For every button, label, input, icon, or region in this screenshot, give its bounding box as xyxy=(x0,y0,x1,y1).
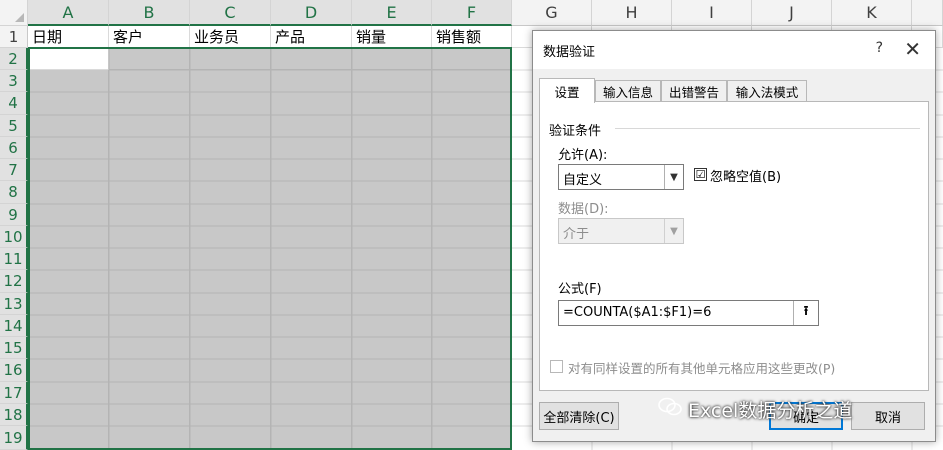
column-header-b[interactable]: B xyxy=(109,0,190,26)
row-header-8[interactable]: 8 xyxy=(0,181,28,204)
column-header-d[interactable]: D xyxy=(271,0,352,26)
row-header-9[interactable]: 9 xyxy=(0,204,28,226)
row-header-16[interactable]: 16 xyxy=(0,359,28,382)
watermark-text: Excel数据分析之道 xyxy=(688,400,853,422)
row-header-4[interactable]: 4 xyxy=(0,92,28,115)
allow-select[interactable]: 自定义 ▼ xyxy=(558,164,684,190)
validation-criteria-label: 验证条件 xyxy=(549,120,608,139)
help-button[interactable]: ? xyxy=(876,40,883,56)
cell-a1[interactable]: 日期 xyxy=(28,26,109,48)
select-all-corner[interactable] xyxy=(0,0,28,26)
row-header-11[interactable]: 11 xyxy=(0,248,28,270)
wechat-icon xyxy=(658,397,688,422)
column-header-c[interactable]: C xyxy=(190,0,271,26)
collapse-dialog-icon[interactable]: ⭱ xyxy=(793,301,818,325)
data-select-value: 介于 xyxy=(563,227,590,242)
cell-f1[interactable]: 销售额 xyxy=(432,26,512,48)
column-header-k[interactable]: K xyxy=(832,0,912,26)
apply-all-label: 对有同样设置的所有其他单元格应用这些更改(P) xyxy=(568,361,836,376)
row-header-17[interactable]: 17 xyxy=(0,382,28,404)
apply-all-checkbox[interactable] xyxy=(550,360,563,373)
chevron-down-icon[interactable]: ▼ xyxy=(664,219,683,243)
column-header-a[interactable]: A xyxy=(28,0,109,26)
chevron-down-icon[interactable]: ▼ xyxy=(664,165,683,189)
row-header-18[interactable]: 18 xyxy=(0,404,28,426)
data-validation-dialog: 数据验证 ? ✕ 设置 输入信息 出错警告 输入法模式 验证条件 允许(A): … xyxy=(532,30,936,442)
watermark: Excel数据分析之道 xyxy=(658,396,852,423)
row-header-7[interactable]: 7 xyxy=(0,159,28,181)
cell-b1[interactable]: 客户 xyxy=(109,26,190,48)
cell-d1[interactable]: 产品 xyxy=(271,26,352,48)
column-header-h[interactable]: H xyxy=(592,0,672,26)
range-gridlines xyxy=(28,48,512,450)
row-header-12[interactable]: 12 xyxy=(0,270,28,293)
row-header-3[interactable]: 3 xyxy=(0,70,28,92)
row-header-13[interactable]: 13 xyxy=(0,293,28,315)
clear-all-button[interactable]: 全部清除(C) xyxy=(539,402,619,430)
tab-settings[interactable]: 设置 xyxy=(539,78,595,103)
formula-input[interactable]: =COUNTA($A1:$F1)=6 ⭱ xyxy=(558,300,819,326)
tab-input-message[interactable]: 输入信息 xyxy=(595,80,661,102)
ignore-blank-checkbox[interactable]: ☑ xyxy=(694,168,707,181)
column-header-j[interactable]: J xyxy=(752,0,832,26)
column-header-e[interactable]: E xyxy=(352,0,432,26)
row-header-6[interactable]: 6 xyxy=(0,137,28,159)
settings-panel: 验证条件 允许(A): 自定义 ▼ ☑ 忽略空值(B) 数据(D): 介于 ▼ … xyxy=(539,101,929,391)
close-icon[interactable]: ✕ xyxy=(904,37,921,61)
group-divider xyxy=(615,128,920,129)
allow-select-value: 自定义 xyxy=(563,173,603,188)
row-header-2[interactable]: 2 xyxy=(0,48,28,70)
data-select[interactable]: 介于 ▼ xyxy=(558,218,684,244)
row-header-14[interactable]: 14 xyxy=(0,315,28,337)
row-header-19[interactable]: 19 xyxy=(0,426,28,450)
tab-error-alert[interactable]: 出错警告 xyxy=(661,80,727,102)
row-header-5[interactable]: 5 xyxy=(0,115,28,137)
cell-e1[interactable]: 销量 xyxy=(352,26,432,48)
tab-ime-mode[interactable]: 输入法模式 xyxy=(727,80,807,102)
column-header-f[interactable]: F xyxy=(432,0,512,26)
formula-label: 公式(F) xyxy=(558,282,602,297)
allow-label: 允许(A): xyxy=(558,148,608,163)
dialog-title-bar[interactable]: 数据验证 ? ✕ xyxy=(533,31,935,69)
row-header-1[interactable]: 1 xyxy=(0,26,28,48)
column-header-l[interactable] xyxy=(912,0,943,26)
cancel-button[interactable]: 取消 xyxy=(851,402,925,430)
column-header-i[interactable]: I xyxy=(672,0,752,26)
row-header-15[interactable]: 15 xyxy=(0,337,28,359)
ignore-blank-label: 忽略空值(B) xyxy=(710,170,782,185)
column-header-g[interactable]: G xyxy=(512,0,592,26)
cell-c1[interactable]: 业务员 xyxy=(190,26,271,48)
formula-value: =COUNTA($A1:$F1)=6 xyxy=(563,305,712,320)
dialog-title: 数据验证 xyxy=(543,45,596,60)
row-header-10[interactable]: 10 xyxy=(0,226,28,248)
data-label: 数据(D): xyxy=(558,202,609,217)
